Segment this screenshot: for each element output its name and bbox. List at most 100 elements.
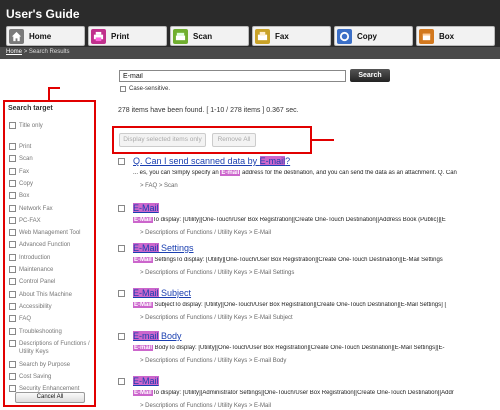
nav-label: Home bbox=[29, 31, 52, 41]
checkbox[interactable] bbox=[9, 290, 16, 298]
filter-item[interactable]: Advanced Function bbox=[9, 241, 91, 249]
filter-item[interactable]: Copy bbox=[9, 179, 91, 188]
remove-all-button[interactable]: Remove All bbox=[212, 133, 256, 147]
result-title-link[interactable]: E-Mail bbox=[133, 203, 159, 213]
snippet-text: BodyTo display: [Utility][One-Touch/User… bbox=[153, 345, 445, 351]
result-checkbox[interactable] bbox=[118, 378, 125, 385]
result-snippet: E-mail BodyTo display: [Utility][One-Tou… bbox=[133, 345, 498, 351]
nav-scan[interactable]: Scan bbox=[170, 26, 249, 46]
breadcrumb-home-link[interactable]: Home bbox=[6, 49, 22, 55]
result-snippet: E-Mail SubjectTo display: [Utility][One-… bbox=[133, 302, 498, 308]
nav-box[interactable]: Box bbox=[416, 26, 495, 46]
filter-item[interactable]: About This Machine bbox=[9, 290, 91, 299]
nav-label: Fax bbox=[275, 31, 289, 41]
result-title-link[interactable]: E-Mail Subject bbox=[133, 288, 191, 298]
snippet-text: address for the destination, and you can… bbox=[240, 170, 457, 176]
filter-label: Print bbox=[19, 144, 32, 150]
case-sensitive-option[interactable]: Case-sensitive. bbox=[120, 86, 170, 92]
filter-label: Accessibility bbox=[19, 303, 52, 310]
checkbox[interactable] bbox=[9, 192, 16, 200]
filter-item[interactable]: Box bbox=[9, 192, 91, 200]
breadcrumb: Home > Search Results bbox=[0, 47, 500, 59]
nav-print[interactable]: Print bbox=[88, 26, 167, 46]
result-checkbox[interactable] bbox=[118, 290, 125, 297]
checkbox[interactable] bbox=[9, 204, 16, 212]
filter-item[interactable]: Network Fax bbox=[9, 204, 91, 213]
nav-copy[interactable]: Copy bbox=[334, 26, 413, 46]
cancel-all-button[interactable]: Cancel All bbox=[15, 392, 85, 403]
filter-item[interactable]: Cost Saving bbox=[9, 373, 91, 381]
checkbox[interactable] bbox=[9, 327, 16, 335]
nav-label: Box bbox=[439, 31, 455, 41]
nav-home[interactable]: Home bbox=[6, 26, 85, 46]
filter-item[interactable]: Control Panel bbox=[9, 278, 91, 286]
snippet-highlight: E-mail bbox=[133, 345, 154, 351]
filter-item[interactable]: Scan bbox=[9, 155, 91, 163]
case-sensitive-label: Case-sensitive. bbox=[129, 86, 171, 92]
snippet-highlight: E-Mail bbox=[133, 217, 153, 223]
filter-label: Network Fax bbox=[19, 205, 53, 212]
title-highlight: E-mail bbox=[259, 156, 286, 166]
snippet-highlight: E-Mail bbox=[133, 302, 153, 308]
title-highlight: E-Mail bbox=[133, 203, 159, 213]
nav-fax[interactable]: Fax bbox=[252, 26, 331, 46]
title-text: Settings bbox=[158, 243, 194, 253]
filter-item[interactable]: Web Management Tool bbox=[9, 229, 91, 237]
search-input[interactable] bbox=[119, 70, 346, 82]
result-item: Q. Can I send scanned data by E-mail?...… bbox=[118, 156, 498, 192]
checkbox[interactable] bbox=[9, 216, 16, 224]
checkbox[interactable] bbox=[9, 229, 16, 237]
checkbox[interactable] bbox=[9, 122, 16, 129]
filter-label: Introduction bbox=[19, 254, 51, 261]
title-highlight: E-mail bbox=[133, 331, 159, 341]
result-item: E-Mail E-MailTo display: [Utility][One-To… bbox=[118, 203, 498, 239]
filter-item[interactable]: Fax bbox=[9, 167, 91, 176]
checkbox[interactable] bbox=[9, 179, 16, 187]
checkbox[interactable] bbox=[9, 266, 16, 273]
checkbox[interactable] bbox=[9, 373, 16, 381]
checkbox[interactable] bbox=[9, 278, 16, 286]
checkbox[interactable] bbox=[9, 315, 16, 323]
filter-label: Descriptions of Functions / Utility Keys bbox=[19, 340, 90, 355]
filter-item[interactable]: Search by Purpose bbox=[9, 360, 91, 369]
result-checkbox[interactable] bbox=[118, 245, 125, 252]
result-checkbox[interactable] bbox=[118, 333, 125, 340]
filter-item[interactable]: Introduction bbox=[9, 253, 91, 262]
result-snippet: E-MailTo display: [Utility][Administrato… bbox=[133, 390, 498, 396]
result-checkbox[interactable] bbox=[118, 205, 125, 212]
checkbox[interactable] bbox=[9, 302, 16, 310]
display-selected-button[interactable]: Display selected items only bbox=[119, 133, 206, 147]
filter-item[interactable]: Maintenance bbox=[9, 266, 91, 274]
checkbox[interactable] bbox=[9, 253, 16, 261]
snippet-text: To display: [Utility][Administrator Sett… bbox=[152, 390, 454, 396]
result-item: E-Mail Subject E-Mail SubjectTo display: … bbox=[118, 288, 498, 324]
filter-item[interactable]: Accessibility bbox=[9, 302, 91, 311]
search-button[interactable]: Search bbox=[350, 69, 390, 82]
result-path: > FAQ > Scan bbox=[140, 183, 178, 189]
checkbox[interactable] bbox=[9, 339, 16, 347]
checkbox[interactable] bbox=[9, 241, 16, 249]
checkbox[interactable] bbox=[9, 155, 16, 163]
filter-title-only[interactable]: Title only bbox=[9, 122, 43, 130]
result-title-link[interactable]: E-mail Body bbox=[133, 331, 182, 341]
result-title-link[interactable]: E-Mail bbox=[133, 376, 159, 386]
filter-label: Web Management Tool bbox=[19, 230, 81, 237]
filter-item[interactable]: Troubleshooting bbox=[9, 327, 91, 336]
snippet-highlight: E-Mail bbox=[133, 390, 153, 396]
filter-item[interactable]: PC-FAX bbox=[9, 216, 91, 225]
result-title-link[interactable]: E-Mail Settings bbox=[133, 243, 194, 253]
filter-item[interactable]: Descriptions of Functions / Utility Keys bbox=[9, 339, 91, 356]
result-title-link[interactable]: Q. Can I send scanned data by E-mail? bbox=[133, 156, 290, 166]
checkbox[interactable] bbox=[9, 143, 16, 150]
title-highlight: E-Mail bbox=[133, 376, 159, 386]
filter-label: About This Machine bbox=[19, 291, 72, 298]
result-path: > Descriptions of Functions / Utility Ke… bbox=[140, 315, 293, 321]
checkbox[interactable] bbox=[9, 167, 16, 175]
filter-label: Search by Purpose bbox=[19, 361, 71, 368]
filter-item[interactable]: FAQ bbox=[9, 315, 91, 323]
snippet-text: SubjectTo display: [Utility][One-Touch/U… bbox=[152, 302, 447, 308]
case-sensitive-checkbox[interactable] bbox=[120, 86, 126, 92]
result-checkbox[interactable] bbox=[118, 158, 125, 165]
checkbox[interactable] bbox=[9, 360, 16, 368]
filter-item[interactable]: Print bbox=[9, 143, 91, 151]
